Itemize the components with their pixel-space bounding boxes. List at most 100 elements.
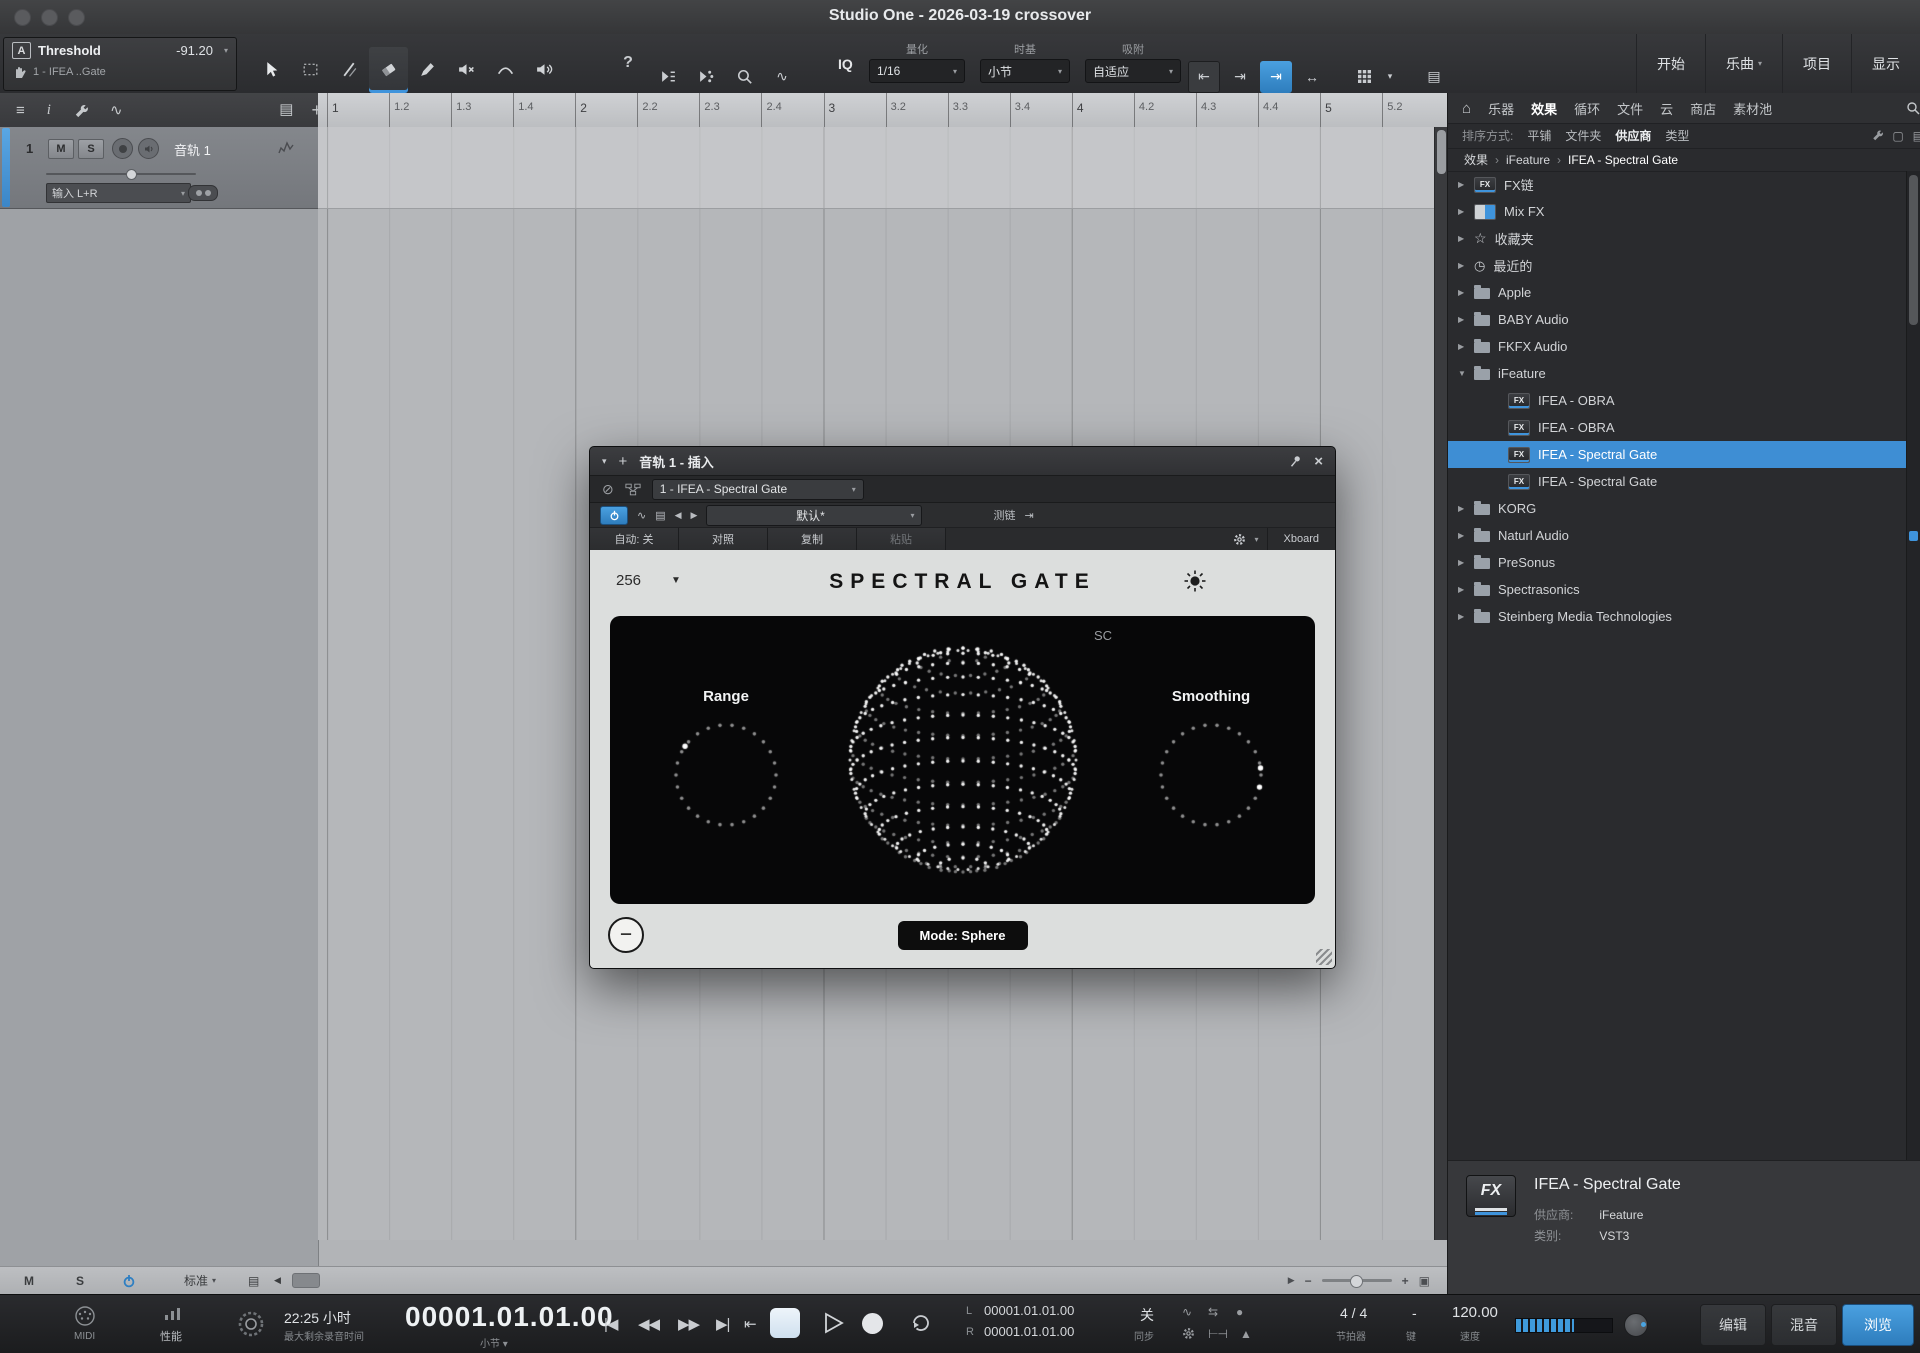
tree-item[interactable]: ▶ Steinberg Media Technologies <box>1448 603 1907 630</box>
chevron-right-icon[interactable]: ▶ <box>1458 585 1474 594</box>
time-unit-select[interactable]: 小节 ▾ <box>480 1335 508 1350</box>
return-to-start-button[interactable]: ⇤ <box>744 1315 757 1333</box>
timeline-ruler[interactable]: 1 1.2 1.3 1.4 2 2.2 2.3 2.4 3 3.2 3.3 3.4 4 4.2 4.3 4.4… <box>318 93 1448 128</box>
next-preset-icon[interactable]: ▶ <box>691 510 698 521</box>
autoscroll-button[interactable]: ⇥ <box>1260 60 1292 93</box>
volume-slider-handle[interactable] <box>126 169 137 180</box>
mute-tool-button[interactable] <box>447 47 486 93</box>
chevron-right-icon[interactable]: ▶ <box>1458 504 1474 513</box>
sort-folder[interactable]: 文件夹 <box>1565 127 1601 144</box>
tree-item[interactable]: ▼ iFeature <box>1448 360 1907 387</box>
xboard-button[interactable]: Xboard <box>1266 528 1335 550</box>
mode-button[interactable]: Mode: Sphere <box>897 921 1028 950</box>
chevron-right-icon[interactable]: ▶ <box>1458 234 1474 243</box>
chevron-right-icon[interactable]: ▶ <box>1458 288 1474 297</box>
track-row[interactable]: 1 M S 音轨 1 输入 L+R ▾ <box>0 127 318 209</box>
zoom-tool-icon[interactable] <box>728 61 760 93</box>
rewind-button[interactable]: ◀◀ <box>638 1315 660 1333</box>
prev-preset-icon[interactable]: ◀ <box>675 510 682 521</box>
performance-label[interactable]: 性能 <box>160 1328 182 1344</box>
horizontal-follow-button[interactable]: ↔ <box>1296 61 1328 93</box>
arrow-tool-button[interactable] <box>252 47 291 93</box>
iq-label[interactable]: IQ <box>838 56 853 72</box>
sort-vendor[interactable]: 供应商 <box>1615 127 1651 144</box>
close-icon[interactable]: × <box>1314 453 1323 470</box>
tree-item[interactable]: ▶ FKFX Audio <box>1448 333 1907 360</box>
zoom-out-icon[interactable]: − <box>1305 1274 1312 1288</box>
plugin-window[interactable]: ▾ + 音轨 1 - 插入 × ⊘ 1 - IFEA - Spectral Ga… <box>589 446 1336 969</box>
project-page-button[interactable]: 项目 <box>1782 34 1851 93</box>
resize-handle[interactable] <box>1316 949 1332 965</box>
zoom-fit-icon[interactable]: ▣ <box>1419 1274 1430 1288</box>
paste-button[interactable]: 粘贴 <box>857 528 946 550</box>
chevron-down-icon[interactable]: ▼ <box>1458 369 1474 378</box>
browse-view-button[interactable]: 浏览 <box>1842 1304 1914 1346</box>
pin-icon[interactable] <box>1288 454 1302 468</box>
timebase-select[interactable]: 小节 ▾ <box>980 59 1070 83</box>
tab-instruments[interactable]: 乐器 <box>1488 99 1514 118</box>
filter-wrench-icon[interactable] <box>1871 129 1884 143</box>
selected-parameter-box[interactable]: A Threshold -91.20 ▾ 1 - IFEA ..Gate <box>3 37 237 91</box>
monitor-knob[interactable] <box>1624 1313 1648 1337</box>
zoom-in-icon[interactable]: + <box>1402 1274 1409 1288</box>
tree-item[interactable]: ▶ Apple <box>1448 279 1907 306</box>
bend-tool-button[interactable] <box>486 47 525 93</box>
tree-item[interactable]: IFEA - OBRA <box>1448 387 1907 414</box>
main-time-display[interactable]: 00001.01.01.00 <box>405 1301 614 1333</box>
time-signature[interactable]: 4 / 4 <box>1340 1305 1367 1321</box>
tab-pool[interactable]: 素材池 <box>1733 99 1772 118</box>
tree-item[interactable]: ▶ 最近的 <box>1448 252 1907 279</box>
list-view-icon[interactable]: ▤ <box>1913 129 1920 143</box>
transform-track-icon[interactable] <box>652 61 684 93</box>
eraser-tool-button[interactable] <box>369 46 408 93</box>
click-state[interactable]: 关 <box>1140 1305 1154 1325</box>
paint-tool-button[interactable] <box>408 47 447 93</box>
breadcrumb-vendor[interactable]: iFeature <box>1506 153 1550 167</box>
solo-button[interactable]: S <box>78 139 104 159</box>
plugin-window-titlebar[interactable]: ▾ + 音轨 1 - 插入 × <box>590 447 1335 476</box>
sidechain-label[interactable]: 测链 <box>993 507 1015 523</box>
tree-item[interactable]: ▶ PreSonus <box>1448 549 1907 576</box>
start-page-button[interactable]: 开始 <box>1635 34 1705 93</box>
tab-effects[interactable]: 效果 <box>1531 99 1557 118</box>
parameter-dropdown-icon[interactable]: ▾ <box>224 46 228 55</box>
chevron-right-icon[interactable]: ▶ <box>1458 261 1474 270</box>
mix-view-button[interactable]: 混音 <box>1771 1304 1837 1346</box>
scroll-right-icon[interactable]: ▶ <box>1288 1275 1295 1286</box>
record-button[interactable] <box>862 1313 883 1334</box>
scroll-left-icon[interactable]: ◀ <box>274 1267 281 1294</box>
chevron-right-icon[interactable]: ▶ <box>1458 207 1474 216</box>
browser-scrollbar[interactable] <box>1906 171 1920 1161</box>
expand-view-icon[interactable]: ∿ <box>637 509 646 522</box>
tree-item[interactable]: ▶ FX链 <box>1448 171 1907 198</box>
preset-select[interactable]: 默认* ▾ <box>706 504 923 526</box>
automation-icon[interactable]: ∿ <box>110 101 123 119</box>
global-solo-button[interactable]: S <box>76 1267 84 1294</box>
routing-icon[interactable] <box>625 482 641 497</box>
key-value[interactable]: - <box>1412 1305 1417 1321</box>
tab-cloud[interactable]: 云 <box>1660 99 1673 118</box>
compare-button[interactable]: 对照 <box>679 528 768 550</box>
tree-item[interactable]: ▶ BABY Audio <box>1448 306 1907 333</box>
previous-marker-button[interactable]: |◀ <box>604 1315 618 1333</box>
volume-slider[interactable] <box>46 173 196 175</box>
plugin-power-button[interactable] <box>600 505 628 525</box>
listen-tool-button[interactable] <box>525 47 564 93</box>
sync-label[interactable]: 同步 <box>1134 1328 1154 1343</box>
sort-flat[interactable]: 平铺 <box>1527 127 1551 144</box>
chevron-right-icon[interactable]: ▶ <box>1458 342 1474 351</box>
grid-options-dropdown-icon[interactable]: ▾ <box>1382 61 1398 93</box>
precount-icon[interactable]: ● <box>1236 1305 1243 1319</box>
split-tool-button[interactable] <box>330 47 369 93</box>
quantize-select[interactable]: 1/16 ▾ <box>869 59 965 83</box>
collapse-button[interactable]: − <box>608 917 644 953</box>
automation-toggle[interactable]: 自动: 关 <box>590 528 679 550</box>
sort-type[interactable]: 类型 <box>1665 127 1689 144</box>
chevron-right-icon[interactable]: ▶ <box>1458 558 1474 567</box>
tab-files[interactable]: 文件 <box>1617 99 1643 118</box>
bypass-all-icon[interactable]: ⊘ <box>602 481 614 498</box>
smoothing-knob[interactable] <box>1151 715 1271 835</box>
fast-forward-button[interactable]: ▶▶ <box>678 1315 700 1333</box>
tree-item[interactable]: IFEA - Spectral Gate <box>1448 468 1907 495</box>
zoom-slider-handle[interactable] <box>1349 1275 1363 1288</box>
